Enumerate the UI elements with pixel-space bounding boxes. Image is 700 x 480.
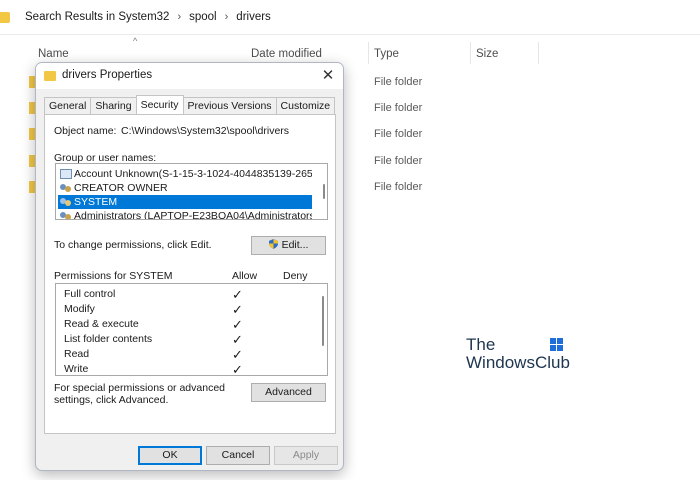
edit-button-label: Edit... xyxy=(281,239,309,251)
permission-row: Full control ✓ xyxy=(56,287,306,302)
tab-security[interactable]: Security xyxy=(135,95,184,114)
column-divider[interactable] xyxy=(470,42,471,64)
breadcrumb-item[interactable]: drivers xyxy=(236,11,271,23)
permission-name: Read xyxy=(64,348,90,360)
sort-up-icon: ^ xyxy=(133,36,138,46)
column-divider[interactable] xyxy=(368,42,369,64)
advanced-button[interactable]: Advanced xyxy=(251,383,326,402)
column-divider[interactable] xyxy=(538,42,539,64)
permission-row: List folder contents ✓ xyxy=(56,332,306,347)
permission-row: Modify ✓ xyxy=(56,302,306,317)
allow-check-icon: ✓ xyxy=(232,362,243,376)
allow-check-icon: ✓ xyxy=(232,302,243,317)
deny-column-header: Deny xyxy=(283,270,308,282)
users-icon xyxy=(60,211,72,219)
permission-name: List folder contents xyxy=(64,333,153,345)
column-header-name[interactable]: Name xyxy=(38,48,69,60)
object-name-value: C:\Windows\System32\spool\drivers xyxy=(121,125,290,137)
tab-strip: General Sharing Security Previous Versio… xyxy=(44,95,336,114)
group-name: Account Unknown(S-1-15-3-1024-4044835139… xyxy=(74,168,312,180)
allow-column-header: Allow xyxy=(232,270,258,282)
breadcrumb-item[interactable]: Search Results in System32 xyxy=(25,11,169,23)
apply-button[interactable]: Apply xyxy=(274,446,338,465)
file-type: File folder xyxy=(374,76,423,88)
permission-name: Modify xyxy=(64,303,95,315)
users-icon xyxy=(60,197,72,207)
file-type: File folder xyxy=(374,155,423,167)
column-header-type[interactable]: Type xyxy=(374,48,399,60)
column-header-date-modified[interactable]: Date modified xyxy=(251,48,322,60)
properties-dialog: drivers Properties ✕ General Sharing Sec… xyxy=(35,62,344,471)
ok-button[interactable]: OK xyxy=(138,446,202,465)
address-bar[interactable]: Search Results in System32 › spool › dri… xyxy=(0,0,700,36)
list-item[interactable]: Administrators (LAPTOP-E23BOA04\Administ… xyxy=(58,209,312,220)
tab-sharing[interactable]: Sharing xyxy=(90,97,137,114)
group-name: Administrators (LAPTOP-E23BOA04\Administ… xyxy=(74,210,312,220)
watermark-logo: The WindowsClub xyxy=(466,336,570,372)
list-item[interactable]: CREATOR OWNER xyxy=(58,181,312,195)
tab-general[interactable]: General xyxy=(44,97,92,114)
change-permissions-text: To change permissions, click Edit. xyxy=(54,239,212,251)
permission-name: Write xyxy=(64,363,89,375)
tab-previous-versions[interactable]: Previous Versions xyxy=(182,97,277,114)
permission-row: Read ✓ xyxy=(56,347,306,362)
group-name: CREATOR OWNER xyxy=(74,182,168,194)
cancel-button[interactable]: Cancel xyxy=(206,446,270,465)
dialog-titlebar[interactable]: drivers Properties ✕ xyxy=(36,63,343,89)
windows-logo-icon xyxy=(550,338,564,352)
column-header-size[interactable]: Size xyxy=(476,48,498,60)
account-icon xyxy=(60,169,72,179)
breadcrumb: Search Results in System32 › spool › dri… xyxy=(25,11,271,23)
tab-customize[interactable]: Customize xyxy=(275,97,336,114)
breadcrumb-item[interactable]: spool xyxy=(189,11,217,23)
scrollbar-thumb[interactable] xyxy=(322,296,324,346)
special-permissions-text: For special permissions or advanced sett… xyxy=(54,382,225,406)
allow-check-icon: ✓ xyxy=(232,347,243,362)
scrollbar-thumb[interactable] xyxy=(323,184,325,199)
uac-shield-icon xyxy=(268,239,278,249)
watermark-line: WindowsClub xyxy=(466,353,570,372)
folder-icon xyxy=(0,12,10,23)
users-icon xyxy=(60,183,72,193)
file-type: File folder xyxy=(374,181,423,193)
header-divider xyxy=(0,34,700,35)
allow-check-icon: ✓ xyxy=(232,332,243,347)
permissions-for-label: Permissions for SYSTEM xyxy=(54,270,173,282)
permission-name: Full control xyxy=(64,288,116,300)
group-name: SYSTEM xyxy=(74,196,118,208)
permission-row: Read & execute ✓ xyxy=(56,317,306,332)
permission-row: Write ✓ xyxy=(56,362,306,376)
list-item-selected[interactable]: SYSTEM xyxy=(58,195,312,209)
group-names-list[interactable]: Account Unknown(S-1-15-3-1024-4044835139… xyxy=(55,163,328,220)
chevron-right-icon: › xyxy=(224,11,229,23)
edit-button[interactable]: Edit... xyxy=(251,236,326,255)
list-item[interactable]: Account Unknown(S-1-15-3-1024-4044835139… xyxy=(58,167,312,181)
security-panel: Object name: C:\Windows\System32\spool\d… xyxy=(44,114,336,434)
file-type: File folder xyxy=(374,128,423,140)
allow-check-icon: ✓ xyxy=(232,317,243,332)
chevron-right-icon: › xyxy=(177,11,182,23)
file-type: File folder xyxy=(374,102,423,114)
permissions-list[interactable]: Full control ✓ Modify ✓ Read & execute ✓… xyxy=(55,283,328,376)
folder-icon xyxy=(44,71,56,81)
allow-check-icon: ✓ xyxy=(232,287,243,302)
dialog-title: drivers Properties xyxy=(62,69,153,81)
close-button[interactable]: ✕ xyxy=(317,66,339,86)
permission-name: Read & execute xyxy=(64,318,139,330)
object-name-label: Object name: xyxy=(54,125,117,137)
